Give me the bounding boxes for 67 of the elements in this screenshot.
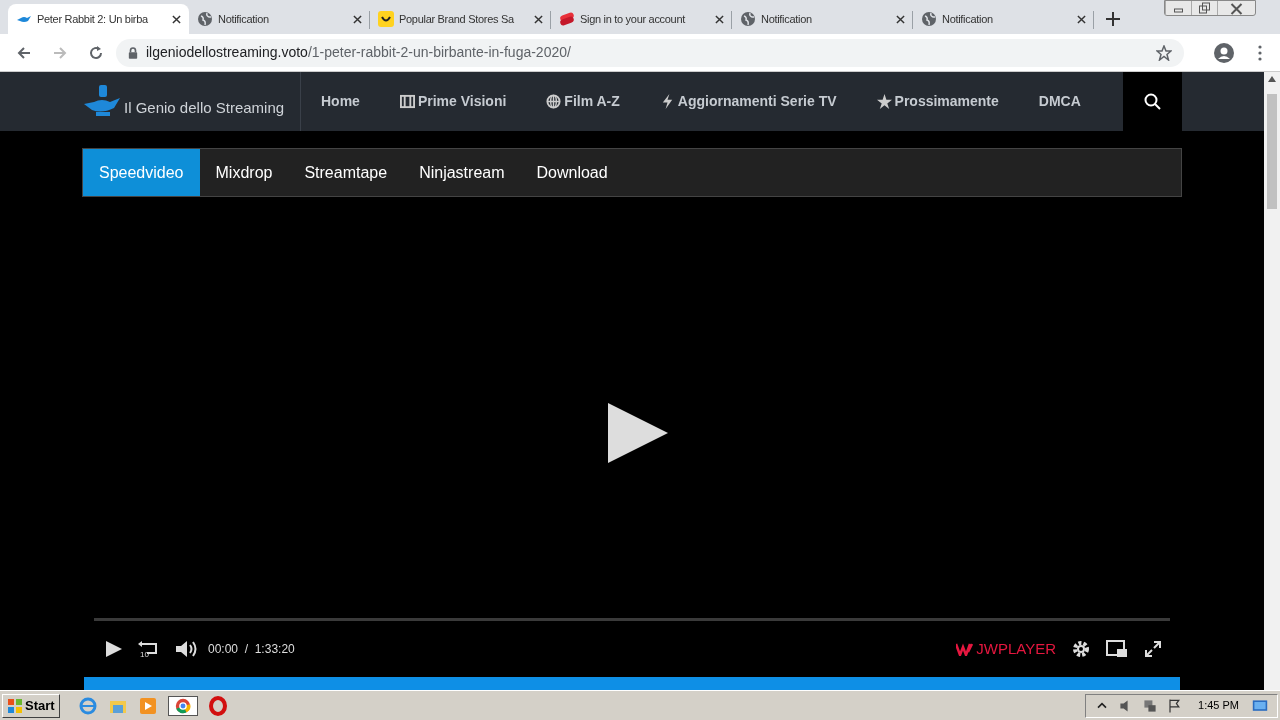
tab-title: Sign in to your account bbox=[580, 11, 687, 27]
browser-tab[interactable]: Notification bbox=[732, 4, 913, 34]
tab-title: Popular Brand Stores Sa bbox=[399, 11, 515, 27]
nav-link[interactable]: DMCA bbox=[1038, 91, 1081, 112]
ribbon-logo-icon bbox=[559, 11, 575, 27]
scrollbar-thumb[interactable] bbox=[1267, 94, 1277, 209]
nav-link[interactable]: Home bbox=[321, 91, 360, 112]
close-icon[interactable] bbox=[715, 14, 724, 24]
tab-title: Notification bbox=[761, 11, 813, 27]
close-icon[interactable] bbox=[896, 14, 905, 24]
server-tab[interactable]: Speedvideo bbox=[83, 149, 200, 196]
scroll-up-icon[interactable] bbox=[1268, 76, 1276, 82]
browser-tab[interactable]: Notification bbox=[189, 4, 370, 34]
fullscreen-icon[interactable] bbox=[1144, 640, 1162, 658]
star-icon bbox=[1156, 44, 1172, 61]
logo-text: Il Genio dello Streaming bbox=[124, 98, 285, 119]
flag-icon[interactable] bbox=[1166, 697, 1183, 714]
nav-link[interactable]: Prossimamente bbox=[876, 91, 999, 112]
smile-icon bbox=[378, 11, 394, 27]
lock-icon bbox=[128, 46, 138, 59]
close-icon[interactable] bbox=[534, 14, 543, 24]
brand-mark-icon bbox=[956, 642, 975, 656]
player-brand[interactable]: JWPLAYER bbox=[956, 637, 1056, 661]
search-button[interactable] bbox=[1123, 72, 1182, 131]
tab-title: Peter Rabbit 2: Un birba bbox=[37, 11, 149, 27]
browser-tab[interactable]: Peter Rabbit 2: Un birba bbox=[8, 4, 189, 34]
close-icon[interactable] bbox=[1077, 14, 1086, 24]
tab-title: Notification bbox=[218, 11, 270, 27]
globe-icon bbox=[546, 94, 562, 109]
film-icon bbox=[399, 94, 415, 109]
server-tab[interactable]: Ninjastream bbox=[403, 149, 521, 196]
time-display: 00:00 / 1:33:20 bbox=[208, 641, 295, 658]
address-bar[interactable]: ilgeniodellostreaming.voto/1-peter-rabbit-2-un-birbante-in-fuga-2020/ bbox=[116, 38, 1184, 67]
server-tab[interactable]: Streamtape bbox=[288, 149, 404, 196]
nav-link[interactable]: Aggiornamenti Serie TV bbox=[659, 91, 837, 112]
show-desktop-icon[interactable] bbox=[1251, 697, 1269, 714]
account-icon[interactable] bbox=[1214, 42, 1234, 63]
scrollbar[interactable] bbox=[1264, 72, 1280, 690]
tab-title: Notification bbox=[942, 11, 994, 27]
back-icon[interactable] bbox=[16, 44, 32, 61]
browser-tab[interactable]: Popular Brand Stores Sa bbox=[370, 4, 551, 34]
settings-icon[interactable] bbox=[1072, 640, 1090, 658]
nav-link[interactable]: Prime Visioni bbox=[399, 91, 507, 112]
clock-text: 1:45 PM bbox=[1198, 698, 1239, 714]
picture-in-picture-icon[interactable] bbox=[1106, 640, 1128, 658]
globe-icon bbox=[197, 11, 213, 27]
start-button[interactable]: Start bbox=[2, 693, 60, 718]
play-icon[interactable] bbox=[608, 403, 668, 463]
play-icon[interactable] bbox=[106, 640, 122, 658]
url-text: ilgeniodellostreaming.voto/1-peter-rabbit-2-un-birbante-in-fuga-2020/ bbox=[146, 43, 571, 62]
search-icon bbox=[1143, 92, 1162, 111]
server-tab[interactable]: Download bbox=[520, 149, 624, 196]
network-icon[interactable] bbox=[1142, 697, 1159, 714]
reload-icon[interactable] bbox=[88, 44, 104, 61]
server-tab[interactable]: Mixdrop bbox=[199, 149, 289, 196]
globe-icon bbox=[740, 11, 756, 27]
menu-icon[interactable] bbox=[1258, 44, 1262, 61]
browser-tab[interactable]: Notification bbox=[913, 4, 1094, 34]
close-icon[interactable] bbox=[172, 14, 181, 24]
globe-icon bbox=[921, 11, 937, 27]
nav-link[interactable]: Film A-Z bbox=[546, 91, 620, 112]
browser-tab[interactable]: Sign in to your account bbox=[551, 4, 732, 34]
volume-icon[interactable] bbox=[176, 640, 198, 658]
windows-logo-icon bbox=[7, 697, 23, 714]
close-icon[interactable] bbox=[353, 14, 362, 24]
star-icon bbox=[876, 94, 892, 109]
new-tab-icon[interactable] bbox=[1106, 12, 1120, 26]
